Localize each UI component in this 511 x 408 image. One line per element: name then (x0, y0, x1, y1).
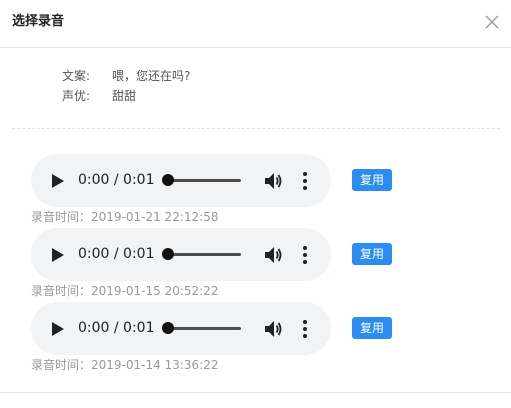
reuse-button[interactable]: 复用 (352, 243, 392, 265)
close-icon[interactable] (484, 14, 500, 30)
dialog-title: 选择录音 (12, 14, 65, 29)
volume-icon[interactable] (263, 319, 283, 339)
divider (12, 128, 500, 129)
voice-label: 声优: (62, 89, 91, 103)
more-vertical-icon[interactable] (301, 245, 309, 265)
recording-item: 0:00 / 0:01 复用 录音时间：2019-01-21 22:12:58 (31, 154, 431, 224)
voice-row: 声优: 甜甜 (62, 86, 190, 106)
voice-value: 甜甜 (112, 89, 137, 103)
volume-icon[interactable] (263, 245, 283, 265)
script-value: 喂，您还在吗? (112, 69, 191, 83)
playback-time: 0:00 / 0:01 (78, 172, 155, 188)
recorded-time: 录音时间：2019-01-14 13:36:22 (31, 358, 219, 372)
audio-player: 0:00 / 0:01 (31, 228, 331, 281)
audio-player: 0:00 / 0:01 (31, 154, 331, 207)
recorded-time: 录音时间：2019-01-21 22:12:58 (31, 210, 219, 224)
recording-item: 0:00 / 0:01 复用 录音时间：2019-01-14 13:36:22 (31, 302, 431, 372)
progress-thumb[interactable] (162, 322, 174, 334)
footer-divider (0, 392, 511, 393)
script-label: 文案: (62, 69, 91, 83)
playback-time: 0:00 / 0:01 (78, 246, 155, 262)
recording-item: 0:00 / 0:01 复用 录音时间：2019-01-15 20:52:22 (31, 228, 431, 298)
recorded-time: 录音时间：2019-01-15 20:52:22 (31, 284, 219, 298)
play-icon[interactable] (51, 321, 65, 337)
progress-slider[interactable] (165, 179, 241, 182)
play-icon[interactable] (51, 173, 65, 189)
play-icon[interactable] (51, 247, 65, 263)
reuse-button[interactable]: 复用 (352, 169, 392, 191)
playback-time: 0:00 / 0:01 (78, 320, 155, 336)
dialog-header: 选择录音 (0, 0, 511, 48)
script-row: 文案: 喂，您还在吗? (62, 66, 190, 86)
progress-slider[interactable] (165, 327, 241, 330)
progress-thumb[interactable] (162, 248, 174, 260)
more-vertical-icon[interactable] (301, 319, 309, 339)
progress-thumb[interactable] (162, 174, 174, 186)
audio-player: 0:00 / 0:01 (31, 302, 331, 355)
more-vertical-icon[interactable] (301, 171, 309, 191)
volume-icon[interactable] (263, 171, 283, 191)
reuse-button[interactable]: 复用 (352, 317, 392, 339)
progress-slider[interactable] (165, 253, 241, 256)
recording-info: 文案: 喂，您还在吗? 声优: 甜甜 (62, 66, 190, 106)
select-recording-dialog: 选择录音 文案: 喂，您还在吗? 声优: 甜甜 0:00 / 0:01 复用 录… (0, 0, 511, 408)
